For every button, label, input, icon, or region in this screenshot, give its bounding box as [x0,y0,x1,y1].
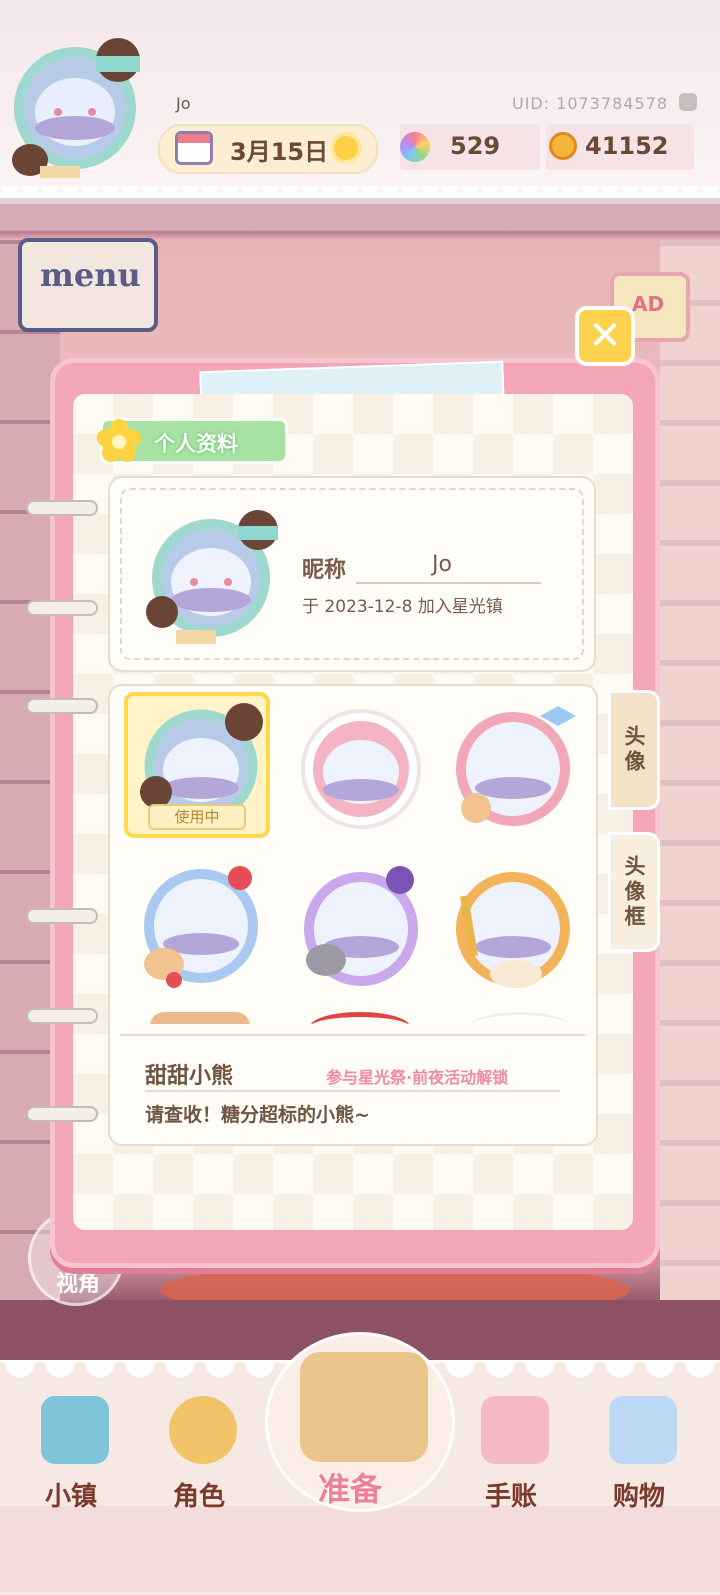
nickname-value[interactable]: Jo [432,552,452,577]
nickname-label: 昵称 [302,558,347,583]
avatar-option-partial[interactable] [470,1012,570,1024]
binder-ring [26,1106,98,1122]
gem-count: 529 [450,132,501,160]
menu-label: menu [40,256,141,294]
date-text: 3月15日 [230,138,329,166]
join-date-text: 于 2023-12-8 加入星光镇 [302,597,503,617]
avatar-grid [120,690,586,1024]
binder-ring [26,1008,98,1024]
journal-icon [481,1396,549,1464]
ad-label: AD [632,292,665,316]
shopping-bag-icon [609,1396,677,1464]
nav-shopping[interactable]: 购物 [584,1396,694,1526]
binder-ring [26,908,98,924]
binder-ring [26,500,98,516]
detail-divider [120,1034,586,1036]
nav-journal[interactable]: 手账 [456,1396,566,1526]
map-icon [41,1396,109,1464]
nav-character[interactable]: 角色 [144,1396,254,1526]
tab-avatar[interactable]: 头像 [608,690,660,810]
nav-character-label: 角色 [172,1482,225,1512]
profile-avatar [146,510,278,644]
close-icon: ✕ [588,313,622,359]
nav-prepare-label: 准备 [318,1470,383,1508]
coin-count: 41152 [585,132,669,160]
view-angle-label: 视角 [56,1272,101,1297]
sun-icon [334,136,358,160]
calendar-icon [175,131,213,165]
binder-ring [26,698,98,714]
tab-avatar-frame[interactable]: 头像框 [608,832,660,952]
basket-icon [300,1352,428,1462]
avatar-option-bow[interactable] [440,696,586,842]
nickname-underline [356,582,541,584]
section-title: 个人资料 [154,432,238,456]
item-unlock-source: 参与星光祭·前夜活动解锁 [326,1068,509,1087]
in-use-badge: 使用中 [148,804,246,830]
nav-town-label: 小镇 [44,1482,97,1512]
copy-icon[interactable] [679,93,697,111]
avatar-option-plain[interactable] [288,696,434,842]
avatar-option-partial[interactable] [310,1012,410,1024]
nav-town[interactable]: 小镇 [16,1396,126,1526]
gem-icon [400,132,430,162]
avatar-option-cat[interactable] [288,856,434,1002]
lace-trim [0,186,720,200]
avatar-option-dog[interactable] [128,856,274,1002]
right-wall-decor [660,240,720,1300]
item-name: 甜甜小熊 [145,1064,234,1089]
flower-icon [97,419,141,462]
player-name: Jo [176,94,191,113]
nav-shopping-label: 购物 [612,1482,665,1512]
coin-icon [549,132,577,160]
player-uid: UID: 1073784578 [512,94,669,113]
item-underline [145,1090,560,1092]
avatar-option-wheat[interactable] [440,856,586,1002]
nav-journal-label: 手账 [484,1482,537,1512]
avatar-option-partial[interactable] [150,1012,250,1024]
character-icon [169,1396,237,1464]
player-avatar[interactable] [0,30,150,180]
item-description: 请查收！糖分超标的小熊~ [145,1104,370,1126]
binder-ring [26,600,98,616]
